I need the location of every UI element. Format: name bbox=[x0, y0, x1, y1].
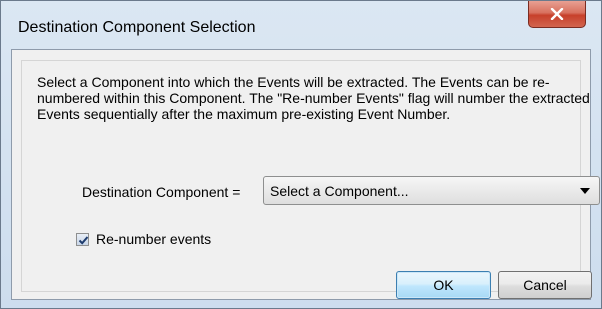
destination-component-value: Select a Component... bbox=[270, 183, 409, 199]
close-button[interactable] bbox=[528, 1, 586, 28]
group-box: Select a Component into which the Events… bbox=[21, 60, 600, 299]
checkmark-icon bbox=[78, 236, 89, 245]
destination-component-label: Destination Component = bbox=[82, 184, 241, 200]
title-bar[interactable]: Destination Component Selection bbox=[1, 1, 601, 49]
destination-component-select[interactable]: Select a Component... bbox=[263, 176, 600, 205]
dialog-body: Select a Component into which the Events… bbox=[11, 49, 600, 300]
close-icon bbox=[550, 8, 564, 20]
cancel-button[interactable]: Cancel bbox=[498, 271, 592, 299]
renumber-events-checkbox[interactable] bbox=[76, 233, 89, 246]
dialog-window: Destination Component Selection Select a… bbox=[0, 0, 602, 309]
renumber-events-label[interactable]: Re-number events bbox=[96, 231, 211, 247]
ok-button[interactable]: OK bbox=[396, 271, 491, 299]
dropdown-arrow-icon[interactable] bbox=[580, 188, 590, 194]
window-title: Destination Component Selection bbox=[18, 19, 256, 36]
description-text: Select a Component into which the Events… bbox=[37, 74, 590, 122]
